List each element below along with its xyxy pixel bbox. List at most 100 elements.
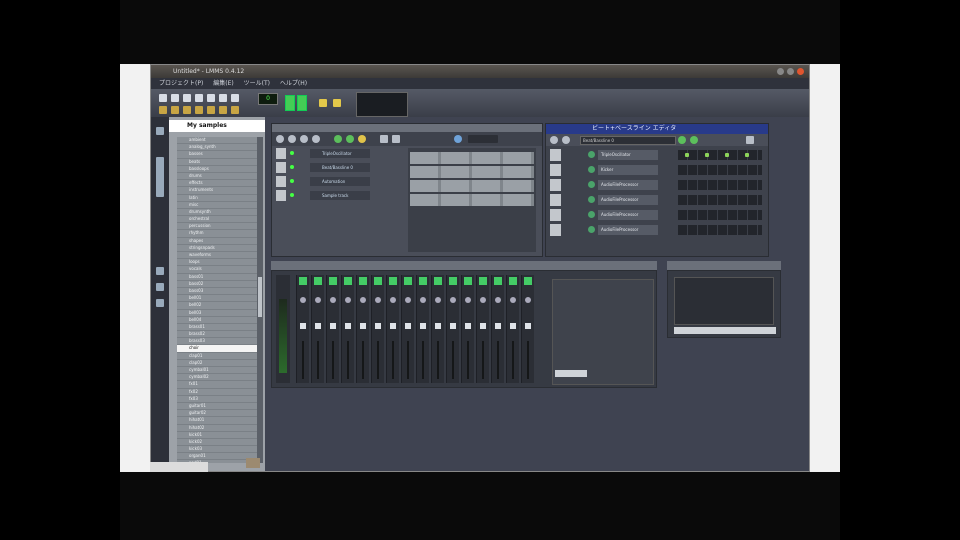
song-editor-icon[interactable] (159, 106, 167, 114)
channel-fader[interactable] (420, 323, 426, 329)
zoom-icon[interactable] (454, 135, 462, 143)
beat-track-name[interactable]: AudioFileProcessor (598, 225, 658, 235)
send-knob[interactable] (480, 297, 486, 303)
close-icon[interactable] (797, 68, 804, 75)
channel-mute-icon[interactable] (479, 277, 487, 285)
tree-item[interactable]: misc (177, 202, 259, 209)
tree-item[interactable]: latin (177, 195, 259, 202)
step-sequencer[interactable] (678, 165, 762, 175)
save-project-icon[interactable] (207, 94, 215, 102)
channel-mute-icon[interactable] (344, 277, 352, 285)
channel-fader[interactable] (495, 323, 501, 329)
track-name[interactable]: Beat/Bassline 0 (310, 163, 370, 172)
tree-item[interactable]: cymbal01 (177, 367, 259, 375)
beat-track-settings-icon[interactable] (550, 164, 561, 176)
open-project-icon[interactable] (183, 94, 191, 102)
channel-fader[interactable] (525, 323, 531, 329)
send-knob[interactable] (495, 297, 501, 303)
new-project-icon[interactable] (159, 94, 167, 102)
fx-channel[interactable] (431, 275, 444, 383)
master-channel[interactable] (276, 275, 290, 383)
tree-item[interactable]: clap01 (177, 353, 259, 360)
remove-steps-icon[interactable] (746, 136, 754, 144)
record-icon[interactable] (300, 135, 308, 143)
tree-item[interactable]: fx02 (177, 389, 259, 396)
tree-item[interactable]: hihat01 (177, 417, 259, 425)
draw-mode-icon[interactable] (380, 135, 388, 143)
fx-mixer-icon[interactable] (207, 106, 215, 114)
tree-item[interactable]: brass01 (177, 324, 259, 332)
song-timeline[interactable] (408, 148, 536, 252)
fx-channel[interactable] (371, 275, 384, 383)
beat-track[interactable]: AudioFileProcessor (550, 223, 764, 237)
add-automation-icon[interactable] (690, 136, 698, 144)
mute-led-icon[interactable] (290, 165, 294, 169)
tree-item[interactable]: bell02 (177, 302, 259, 310)
track-settings-icon[interactable] (276, 176, 286, 187)
scroll-thumb[interactable] (258, 277, 262, 317)
beat-track-settings-icon[interactable] (550, 224, 561, 236)
send-knob[interactable] (420, 297, 426, 303)
beat-track-name[interactable]: TripleOscillator (598, 150, 658, 160)
tree-item[interactable]: brass03 (177, 338, 259, 346)
tree-item[interactable]: bell01 (177, 295, 259, 303)
track-settings-icon[interactable] (276, 148, 286, 159)
zoom-combo[interactable] (468, 135, 498, 143)
add-effect-button[interactable] (555, 370, 587, 377)
channel-mute-icon[interactable] (329, 277, 337, 285)
channel-fader[interactable] (390, 323, 396, 329)
pattern-row[interactable] (410, 152, 534, 164)
export-icon[interactable] (219, 94, 227, 102)
fx-channel[interactable] (461, 275, 474, 383)
tree-item[interactable]: waveforms (177, 252, 259, 260)
taskbar-item[interactable] (150, 462, 208, 472)
pattern-row[interactable] (410, 166, 534, 178)
send-knob[interactable] (525, 297, 531, 303)
mute-led-icon[interactable] (290, 193, 294, 197)
tree-item[interactable]: analog_synth (177, 144, 259, 152)
channel-mute-icon[interactable] (434, 277, 442, 285)
menu-project[interactable]: プロジェクト(P) (159, 80, 203, 87)
tab-my-presets[interactable] (156, 267, 164, 275)
new-from-template-icon[interactable] (171, 94, 179, 102)
tree-item[interactable]: rhythm (177, 230, 259, 238)
tree-item[interactable]: clap02 (177, 360, 259, 367)
channel-mute-icon[interactable] (359, 277, 367, 285)
step-sequencer[interactable] (678, 195, 762, 205)
master-volume-slider[interactable] (285, 95, 295, 111)
add-sample-track-icon[interactable] (346, 135, 354, 143)
tree-item[interactable]: kick03 (177, 446, 259, 454)
tree-item[interactable]: beats (177, 159, 259, 166)
tree-item[interactable]: basses (177, 151, 259, 159)
track-name[interactable]: TripleOscillator (310, 149, 370, 158)
tree-item[interactable]: loops (177, 259, 259, 267)
channel-fader[interactable] (360, 323, 366, 329)
channel-fader[interactable] (480, 323, 486, 329)
beat-track-name[interactable]: AudioFileProcessor (598, 210, 658, 220)
tree-item[interactable]: bass02 (177, 281, 259, 288)
step-on[interactable] (705, 153, 709, 157)
track-name[interactable]: Sample track (310, 191, 370, 200)
send-knob[interactable] (345, 297, 351, 303)
send-knob[interactable] (405, 297, 411, 303)
mute-led-icon[interactable] (290, 151, 294, 155)
fx-channel[interactable] (296, 275, 309, 383)
tab-my-projects[interactable] (156, 127, 164, 135)
tempo-lcd[interactable]: 0 (258, 93, 278, 105)
pattern-row[interactable] (410, 194, 534, 206)
send-knob[interactable] (450, 297, 456, 303)
channel-fader[interactable] (315, 323, 321, 329)
song-track[interactable]: Beat/Bassline 0 (276, 162, 404, 174)
track-name[interactable]: Automation (310, 177, 370, 186)
tree-item[interactable]: kick02 (177, 439, 259, 447)
channel-mute-icon[interactable] (524, 277, 532, 285)
tab-my-samples[interactable] (156, 157, 164, 197)
channel-fader[interactable] (450, 323, 456, 329)
channel-mute-icon[interactable] (404, 277, 412, 285)
tree-item[interactable]: stringsnpads (177, 245, 259, 252)
song-track[interactable]: Automation (276, 176, 404, 188)
step-on[interactable] (685, 153, 689, 157)
send-knob[interactable] (465, 297, 471, 303)
fx-channel[interactable] (521, 275, 534, 383)
sample-tree[interactable]: ambient analog_synth basses beats bassloops d… (177, 137, 259, 463)
